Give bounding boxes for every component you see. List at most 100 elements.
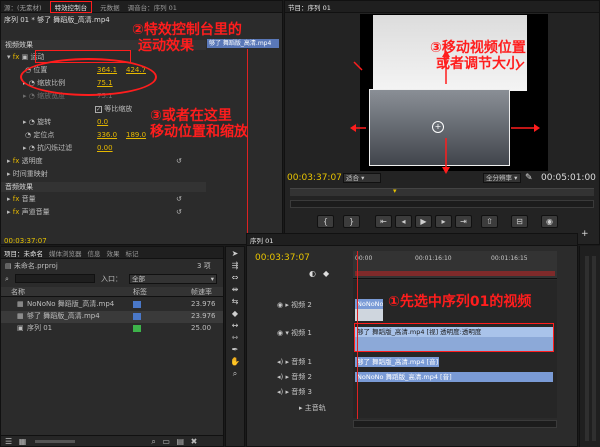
expand-arrow-icon[interactable]: ▸ [285,373,289,381]
meter-bar [585,256,589,441]
eye-icon[interactable]: ◉ [277,329,283,337]
item-count: 3 项 [197,262,211,270]
anchor-y-value[interactable]: 189.0 [126,130,146,140]
tab-info[interactable]: 信息 [88,248,101,258]
time-remap-effect[interactable]: ▸ 时间重映射 [7,169,48,179]
channel-volume-effect[interactable]: ▸ fx 声道音量 [7,207,50,217]
reset-icon[interactable]: ↺ [176,207,182,217]
sequence-clip-name: 序列 01 * 够了 舞蹈版_高清.mp4 [4,16,110,24]
sequence-icon: ▣ [17,324,24,332]
expand-arrow-icon[interactable]: ▸ [285,358,289,366]
delete-icon[interactable]: ✖ [191,437,198,446]
list-view-icon[interactable]: ☰ [5,437,12,446]
file-icon: ▤ [5,262,14,270]
annotation-box [354,323,554,352]
reset-icon[interactable]: ↺ [176,156,182,166]
meter-bar [592,256,596,441]
slip-icon[interactable]: ↔ [229,320,241,332]
pen-icon[interactable]: ✒ [229,344,241,356]
clip-a1[interactable]: 够了 舞蹈版_高清.mp4 [音] [355,357,439,367]
clip-v2-thumb [355,309,383,321]
tab-media-browser[interactable]: 媒体浏览器 [49,248,82,258]
arrow-left-head [350,124,356,132]
zoom-slider[interactable] [34,440,75,443]
slide-icon[interactable]: ⇿ [229,332,241,344]
speaker-icon[interactable]: ◂) [277,388,283,396]
entry-dropdown[interactable]: 全部 ▾ [129,274,217,284]
tab-audio-mixer[interactable]: 调音台：序列 01 [128,2,177,12]
ripple-edit-icon[interactable]: ⇔ [229,272,241,284]
clip-a2[interactable]: NoNoNo 舞蹈版_高清.mp4 [音] [355,372,553,382]
track-audio-2[interactable]: ◂) ▸ 音频 2 [247,370,353,384]
reset-icon[interactable]: ↺ [176,194,182,204]
list-item[interactable]: ▣ 序列 01 25.00 [1,323,223,335]
volume-effect[interactable]: ▸ fx 音量 [7,194,36,204]
uniform-scale-row[interactable]: ✓ 等比缩放 [95,104,132,114]
tab-metadata[interactable]: 元数据 [100,2,120,12]
flicker-row[interactable]: ▸ ◔ 抗闪烁过滤 [23,143,72,153]
tab-markers[interactable]: 标记 [126,248,139,258]
track-audio-3[interactable]: ◂) ▸ 音频 3 [247,385,353,399]
opacity-effect[interactable]: ▸ fx 透明度 [7,156,43,166]
annotation-step2: ②特效控制台里的 运动效果 [132,22,242,55]
tab-source[interactable]: 源：(无素材) [4,2,42,12]
label-swatch [133,325,141,332]
expand-arrow-icon[interactable]: ▾ [285,329,289,337]
new-item-icon[interactable]: ▤ [177,437,185,446]
track-audio-1[interactable]: ◂) ▸ 音频 1 [247,355,353,369]
work-area-bar[interactable] [355,271,555,276]
eye-icon[interactable]: ◉ [277,301,283,309]
hand-icon[interactable]: ✋ [229,356,241,368]
expand-arrow-icon[interactable]: ▸ [299,404,303,412]
flicker-value[interactable]: 0.00 [97,143,113,153]
icon-view-icon[interactable]: ▦ [19,437,27,446]
search-icon[interactable]: ⌕ [5,274,9,284]
project-footer: ☰ ▦ ⌕ ▭ ▤ ✖ [1,435,223,446]
tab-effect-controls[interactable]: 特效控制台 [49,1,93,13]
stopwatch-icon[interactable]: ◔ [29,144,37,152]
list-item[interactable]: ▦ 够了 舞蹈版_高清.mp4 23.976 [1,311,223,323]
list-item[interactable]: ▦ NoNoNo 舞蹈版_高清.mp4 23.976 [1,299,223,311]
track-master[interactable]: ▸ 主音轨 [247,401,353,415]
track-video-1[interactable]: ◉ ▾ 视频 1 [247,326,353,340]
tools-panel: ➤ ⇶ ⇔ ⇹ ⇆ ◆ ↔ ⇿ ✒ ✋ ⌕ [225,246,245,447]
zoom-icon[interactable]: ⌕ [229,368,241,380]
track-select-icon[interactable]: ⇶ [229,260,241,272]
timeline-scrollbar[interactable] [353,420,557,428]
anchor-row[interactable]: ◔ 定位点 [25,130,54,140]
snap-icon[interactable]: ◐ [309,269,316,278]
clip-v2[interactable]: NoNoNo [355,299,383,309]
col-name[interactable]: 名称 [11,287,25,297]
expand-arrow-icon[interactable]: ▸ [285,301,289,309]
label-swatch [133,313,141,320]
tab-sequence[interactable]: 序列 01 [250,235,273,245]
fx-icon: fx [12,208,22,216]
rate-stretch-icon[interactable]: ⇆ [229,296,241,308]
arrow-diag-line [353,61,363,71]
tab-effects[interactable]: 效果 [107,248,120,258]
audio-effects-section: 音频效果 [1,182,206,192]
col-label[interactable]: 标签 [133,287,147,297]
playhead-line[interactable] [247,49,248,235]
annotation-step3-left: ③或者在这里 移动位置和缩放 [150,108,248,141]
track-video-2[interactable]: ◉ ▸ 视频 2 [247,298,353,312]
project-table-header [1,287,223,297]
col-rate[interactable]: 帧速率 [191,287,212,297]
marker-icon[interactable]: ◆ [323,269,329,278]
anchor-x-value[interactable]: 336.0 [97,130,117,140]
rotation-value[interactable]: 0.0 [97,117,108,127]
expand-arrow-icon[interactable]: ▸ [285,388,289,396]
checkbox-checked-icon[interactable]: ✓ [95,105,102,113]
source-tab-bar: 源：(无素材) 特效控制台 元数据 调音台：序列 01 [1,1,282,13]
stopwatch-icon[interactable]: ◔ [29,118,37,126]
rotation-row[interactable]: ▸ ◔ 旋转 [23,117,51,127]
new-bin-icon[interactable]: ▭ [162,437,170,446]
search-input[interactable] [15,274,95,283]
tab-project[interactable]: 项目：未命名 [4,248,43,258]
razor-icon[interactable]: ◆ [229,308,241,320]
speaker-icon[interactable]: ◂) [277,373,283,381]
speaker-icon[interactable]: ◂) [277,358,283,366]
selection-tool-icon[interactable]: ➤ [229,248,241,260]
rolling-edit-icon[interactable]: ⇹ [229,284,241,296]
find-icon[interactable]: ⌕ [151,437,155,446]
